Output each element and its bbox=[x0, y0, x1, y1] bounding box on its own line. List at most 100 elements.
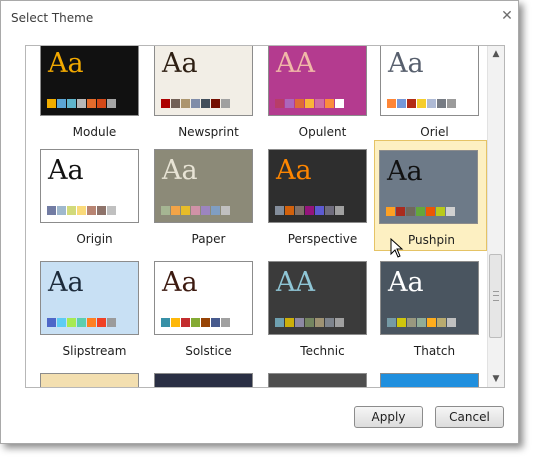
color-swatch bbox=[47, 318, 56, 327]
color-swatch bbox=[416, 207, 425, 216]
apply-button[interactable]: Apply bbox=[354, 406, 423, 428]
color-swatch bbox=[57, 206, 66, 215]
color-swatch bbox=[275, 318, 284, 327]
theme-tile[interactable]: Aa Thatch bbox=[378, 257, 491, 367]
color-swatch bbox=[47, 99, 56, 108]
color-swatch bbox=[386, 207, 395, 216]
vertical-scrollbar[interactable]: ▲ ▼ bbox=[487, 46, 504, 387]
color-swatch bbox=[211, 206, 220, 215]
theme-name: Origin bbox=[76, 232, 113, 246]
theme-name: Perspective bbox=[287, 232, 358, 246]
close-icon[interactable]: ✕ bbox=[499, 8, 515, 24]
color-swatch bbox=[335, 318, 344, 327]
select-theme-dialog: Select Theme ✕ Aa Module Aa Newsprint AA Opul… bbox=[0, 0, 519, 444]
theme-sample-text: Aa bbox=[48, 267, 84, 298]
color-swatch bbox=[171, 206, 180, 215]
scroll-up-arrow-icon[interactable]: ▲ bbox=[488, 46, 504, 62]
color-swatch bbox=[87, 206, 96, 215]
color-swatch bbox=[295, 99, 304, 108]
color-swatch bbox=[221, 318, 230, 327]
theme-tile[interactable]: AA Opulent bbox=[266, 46, 379, 148]
color-swatch bbox=[295, 206, 304, 215]
theme-tile[interactable] bbox=[378, 369, 491, 387]
theme-tile[interactable] bbox=[266, 369, 379, 387]
color-swatch bbox=[57, 99, 66, 108]
theme-tile[interactable]: Aa Solstice bbox=[152, 257, 265, 367]
scroll-down-arrow-icon[interactable]: ▼ bbox=[488, 371, 504, 387]
color-swatch bbox=[335, 206, 344, 215]
cancel-button[interactable]: Cancel bbox=[435, 406, 504, 428]
grip-icon bbox=[493, 291, 499, 301]
color-swatch bbox=[447, 318, 456, 327]
theme-thumbnail bbox=[154, 373, 253, 387]
theme-tile[interactable]: Aa Slipstream bbox=[38, 257, 151, 367]
color-swatch bbox=[325, 99, 334, 108]
theme-tile[interactable]: Aa Oriel bbox=[378, 46, 491, 148]
theme-sample-text: Aa bbox=[388, 267, 424, 298]
theme-name: Thatch bbox=[413, 344, 456, 358]
color-swatch bbox=[427, 99, 436, 108]
theme-tile[interactable]: Aa Newsprint bbox=[152, 46, 265, 148]
color-swatch bbox=[285, 318, 294, 327]
color-swatch bbox=[201, 206, 210, 215]
theme-name: Technic bbox=[300, 344, 345, 358]
color-swatch bbox=[335, 99, 344, 108]
color-swatch bbox=[315, 99, 324, 108]
theme-thumbnail: Aa bbox=[40, 46, 139, 116]
color-swatch bbox=[436, 207, 445, 216]
theme-tile[interactable]: Aa Origin bbox=[38, 145, 151, 255]
theme-sample-text: AA bbox=[276, 267, 315, 298]
theme-tile[interactable] bbox=[38, 369, 151, 387]
theme-thumbnail: Aa bbox=[40, 149, 139, 223]
theme-name: Paper bbox=[191, 232, 226, 246]
color-swatch bbox=[201, 99, 210, 108]
theme-thumbnail: Aa bbox=[379, 150, 478, 224]
theme-tile[interactable]: Aa Perspective bbox=[266, 145, 379, 255]
theme-thumbnail: Aa bbox=[380, 46, 479, 116]
theme-tile[interactable]: Aa Paper bbox=[152, 145, 265, 255]
color-swatches bbox=[161, 318, 230, 327]
color-swatch bbox=[407, 318, 416, 327]
theme-sample-text: Aa bbox=[48, 155, 84, 186]
theme-tile[interactable]: Aa Module bbox=[38, 46, 151, 148]
color-swatch bbox=[211, 99, 220, 108]
theme-sample-text: Aa bbox=[162, 48, 198, 79]
color-swatch bbox=[396, 207, 405, 216]
theme-tile[interactable]: Aa Pushpin bbox=[374, 140, 487, 251]
theme-thumbnail bbox=[268, 373, 367, 387]
color-swatch bbox=[406, 207, 415, 216]
color-swatch bbox=[325, 206, 334, 215]
color-swatch bbox=[397, 318, 406, 327]
color-swatch bbox=[447, 99, 456, 108]
color-swatches bbox=[387, 99, 456, 108]
theme-thumbnail: Aa bbox=[154, 46, 253, 116]
color-swatch bbox=[417, 318, 426, 327]
theme-tile[interactable] bbox=[152, 369, 265, 387]
color-swatch bbox=[305, 318, 314, 327]
theme-name: Oriel bbox=[420, 125, 449, 139]
scrollbar-thumb[interactable] bbox=[489, 254, 502, 338]
theme-sample-text: Aa bbox=[387, 156, 423, 187]
color-swatch bbox=[305, 99, 314, 108]
theme-name: Opulent bbox=[298, 125, 347, 139]
color-swatch bbox=[407, 99, 416, 108]
theme-thumbnail: AA bbox=[268, 261, 367, 335]
theme-thumbnail bbox=[380, 373, 479, 387]
color-swatch bbox=[221, 206, 230, 215]
color-swatch bbox=[67, 318, 76, 327]
theme-thumbnail: Aa bbox=[40, 261, 139, 335]
color-swatch bbox=[201, 318, 210, 327]
color-swatch bbox=[285, 206, 294, 215]
color-swatch bbox=[191, 99, 200, 108]
color-swatch bbox=[67, 99, 76, 108]
theme-thumbnail: AA bbox=[268, 46, 367, 116]
theme-grid: Aa Module Aa Newsprint AA Opulent Aa Oriel Aa Ori… bbox=[26, 46, 488, 387]
color-swatch bbox=[181, 206, 190, 215]
title-bar[interactable]: Select Theme ✕ bbox=[1, 1, 518, 31]
color-swatch bbox=[107, 99, 116, 108]
theme-tile[interactable]: AA Technic bbox=[266, 257, 379, 367]
color-swatch bbox=[446, 207, 455, 216]
color-swatch bbox=[211, 318, 220, 327]
color-swatches bbox=[386, 207, 455, 216]
color-swatch bbox=[67, 206, 76, 215]
